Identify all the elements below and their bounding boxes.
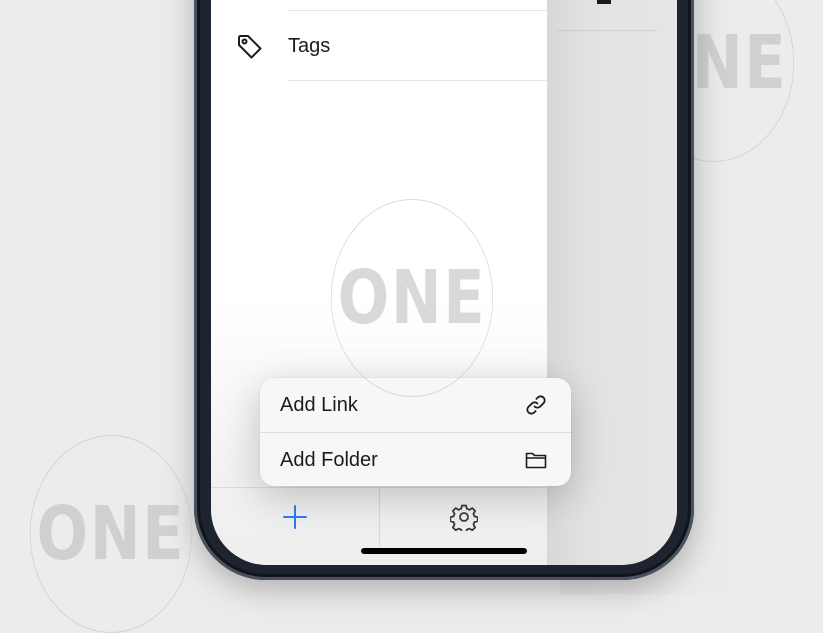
list-divider xyxy=(288,10,547,11)
sidebar-item-label: Tags xyxy=(288,35,331,57)
folder-icon xyxy=(525,452,547,469)
add-folder-menu-item[interactable]: Add Folder xyxy=(260,433,571,486)
bottom-toolbar xyxy=(211,487,548,546)
link-icon xyxy=(526,395,546,415)
gear-icon xyxy=(450,504,478,531)
plus-icon xyxy=(283,505,307,529)
detail-divider xyxy=(557,0,657,31)
watermark-center: ONE xyxy=(330,199,494,397)
list-divider xyxy=(288,80,547,81)
sidebar-item-tags[interactable]: Tags xyxy=(211,20,547,74)
home-indicator xyxy=(361,548,527,554)
detail-glyph xyxy=(597,0,611,4)
menu-item-label: Add Folder xyxy=(280,449,378,471)
menu-item-label: Add Link xyxy=(280,394,358,416)
add-button[interactable] xyxy=(211,488,379,546)
watermark-bottom: ONE xyxy=(29,435,193,633)
settings-button[interactable] xyxy=(380,488,548,546)
tag-icon xyxy=(238,35,262,59)
